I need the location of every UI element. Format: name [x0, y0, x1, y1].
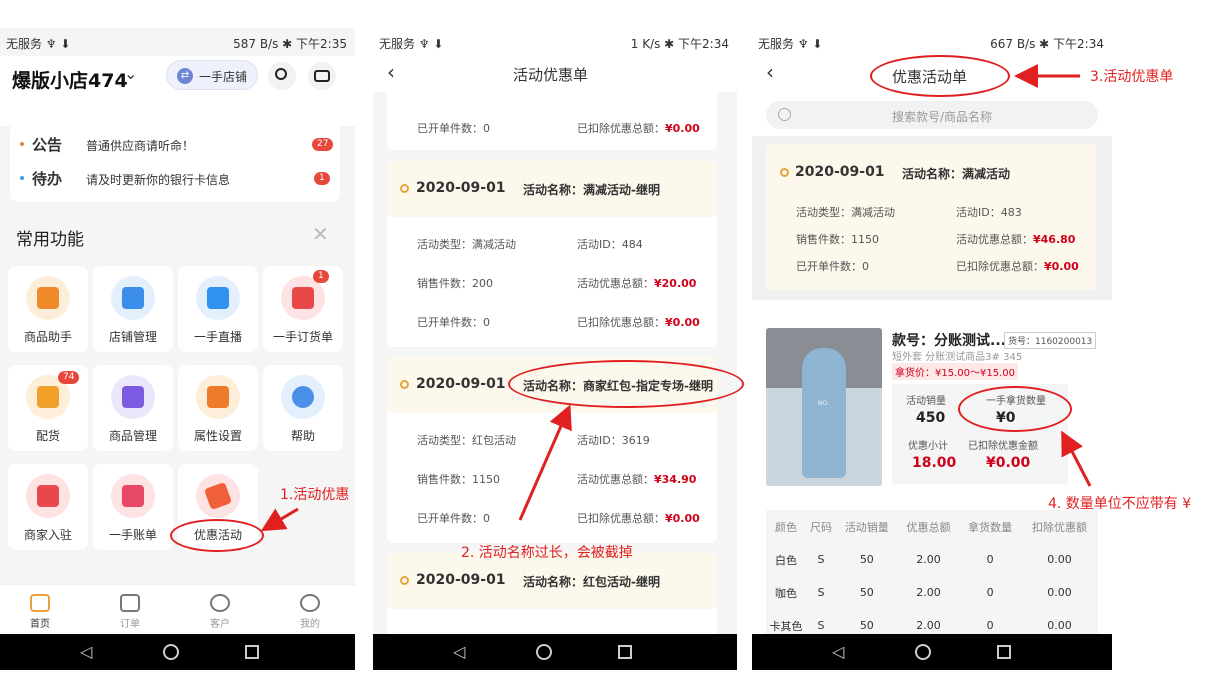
arrow-icon	[518, 404, 572, 521]
arrow-icon	[1061, 430, 1092, 487]
arrow-icon	[260, 507, 299, 532]
annotation-arrows	[260, 64, 1092, 532]
